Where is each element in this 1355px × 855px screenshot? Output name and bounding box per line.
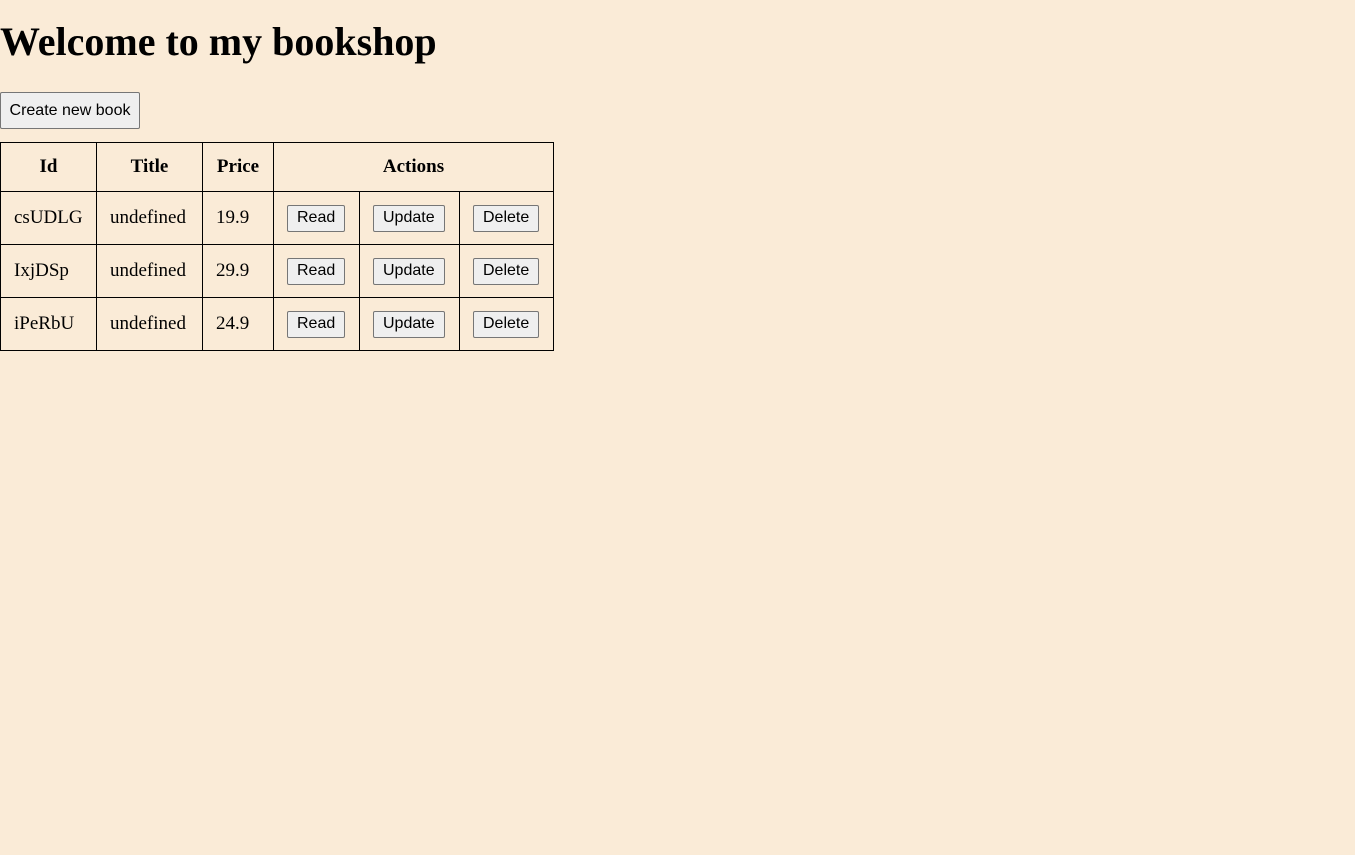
delete-cell: Delete — [459, 297, 554, 351]
book-price-cell: 19.9 — [202, 191, 274, 245]
create-new-book-button[interactable]: Create new book — [0, 92, 140, 129]
read-cell: Read — [273, 297, 360, 351]
book-title-cell: undefined — [96, 297, 203, 351]
column-header-actions: Actions — [273, 142, 554, 192]
book-price-cell: 29.9 — [202, 244, 274, 298]
page-title: Welcome to my bookshop — [0, 19, 437, 64]
table-row: iPeRbU undefined 24.9 Read Update Delete — [0, 297, 554, 351]
book-id-cell: csUDLG — [0, 191, 97, 245]
delete-cell: Delete — [459, 191, 554, 245]
column-header-id: Id — [0, 142, 97, 192]
update-button[interactable]: Update — [373, 257, 445, 285]
book-id-cell: IxjDSp — [0, 244, 97, 298]
read-button[interactable]: Read — [287, 310, 346, 338]
read-button[interactable]: Read — [287, 204, 346, 232]
update-button[interactable]: Update — [373, 204, 445, 232]
table-row: csUDLG undefined 19.9 Read Update Delete — [0, 191, 554, 245]
book-id-cell: iPeRbU — [0, 297, 97, 351]
read-cell: Read — [273, 191, 360, 245]
book-title-cell: undefined — [96, 191, 203, 245]
delete-button[interactable]: Delete — [473, 204, 540, 232]
read-button[interactable]: Read — [287, 257, 346, 285]
delete-button[interactable]: Delete — [473, 257, 540, 285]
update-button[interactable]: Update — [373, 310, 445, 338]
delete-button[interactable]: Delete — [473, 310, 540, 338]
update-cell: Update — [359, 297, 460, 351]
book-title-cell: undefined — [96, 244, 203, 298]
update-cell: Update — [359, 244, 460, 298]
books-table: Id Title Price Actions csUDLG undefined … — [0, 142, 554, 351]
column-header-price: Price — [202, 142, 274, 192]
book-price-cell: 24.9 — [202, 297, 274, 351]
column-header-title: Title — [96, 142, 203, 192]
read-cell: Read — [273, 244, 360, 298]
update-cell: Update — [359, 191, 460, 245]
table-header-row: Id Title Price Actions — [0, 142, 554, 192]
delete-cell: Delete — [459, 244, 554, 298]
table-row: IxjDSp undefined 29.9 Read Update Delete — [0, 244, 554, 298]
